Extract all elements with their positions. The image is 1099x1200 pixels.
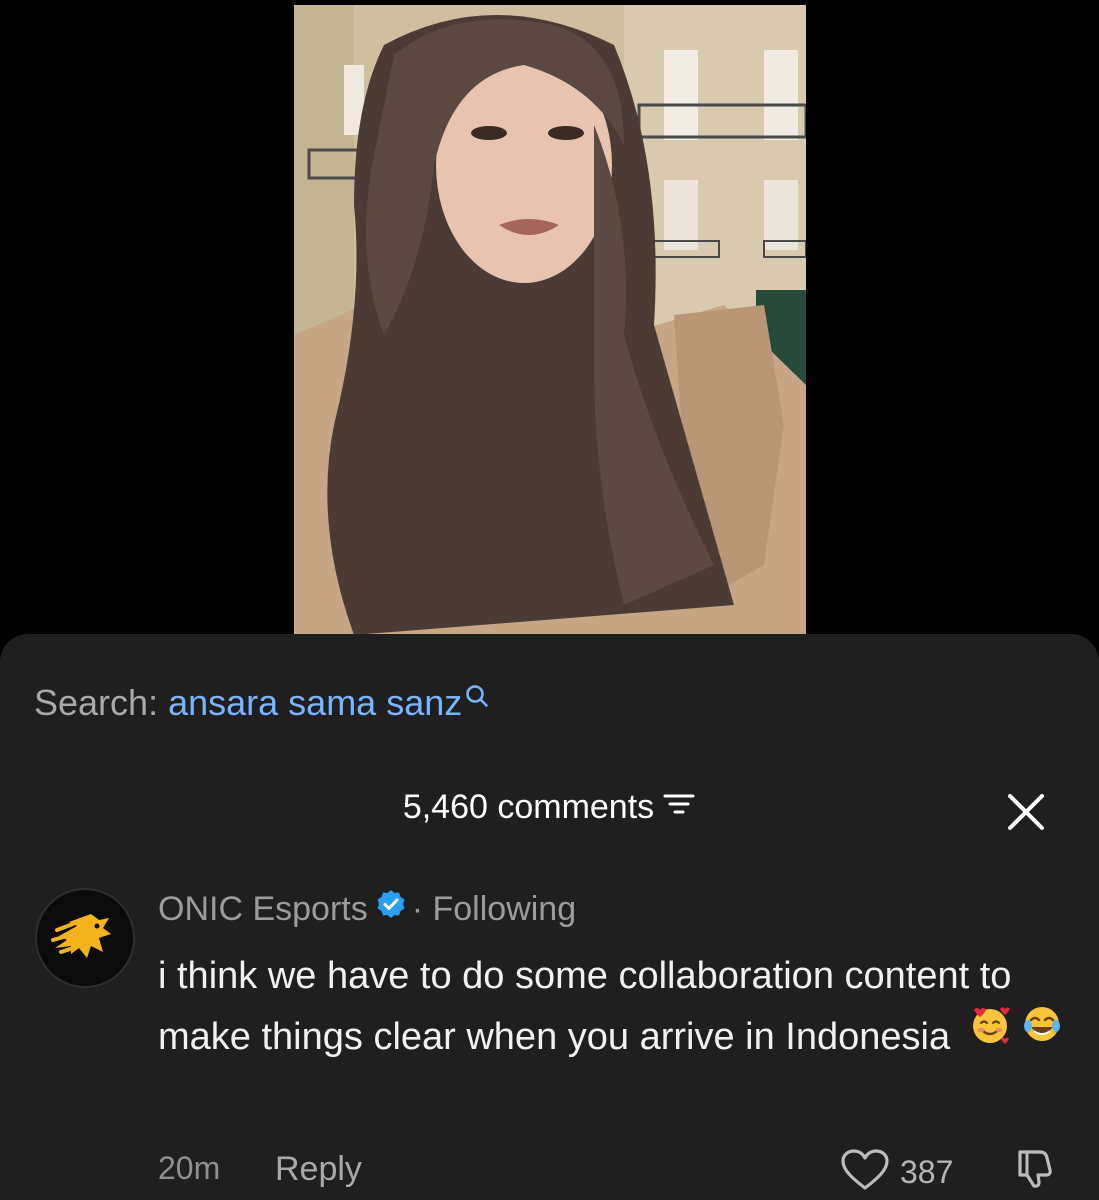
avatar[interactable] xyxy=(35,888,135,988)
like-count: 387 xyxy=(900,1154,954,1190)
comment-text: i think we have to do some collaboration… xyxy=(158,955,1012,1058)
like-button[interactable]: 387 xyxy=(840,1148,953,1197)
filter-icon[interactable] xyxy=(662,788,696,827)
comment-author-row: ONIC Esports · Following xyxy=(158,889,577,929)
follow-status-label: Following xyxy=(432,890,577,928)
comment-timestamp: 20m xyxy=(158,1150,221,1186)
comment-body: i think we have to do some collaboration… xyxy=(158,946,1068,1068)
search-prefix-label: Search: xyxy=(34,682,159,723)
video-thumbnail[interactable] xyxy=(294,5,806,635)
search-suggestion[interactable]: Search: ansara sama sanz xyxy=(34,682,490,724)
video-still-image xyxy=(294,5,806,635)
close-icon[interactable] xyxy=(1006,792,1046,832)
comments-header: 5,460 comments xyxy=(0,788,1099,827)
heart-icon[interactable] xyxy=(840,1148,890,1197)
search-term-link[interactable]: ansara sama sanz xyxy=(168,682,462,723)
smiling-face-with-hearts-icon xyxy=(967,1001,1013,1066)
comments-count-label: 5,460 comments xyxy=(402,788,655,826)
onic-logo-icon xyxy=(51,914,111,958)
search-icon[interactable] xyxy=(464,676,490,718)
comment-author-name[interactable]: ONIC Esports xyxy=(158,890,368,928)
reply-button[interactable]: Reply xyxy=(275,1150,362,1189)
video-player[interactable] xyxy=(0,0,1099,640)
author-separator: · xyxy=(411,890,424,928)
face-with-tears-of-joy-icon xyxy=(1019,1001,1065,1066)
dislike-icon[interactable] xyxy=(1012,1146,1056,1195)
verified-icon xyxy=(376,889,406,928)
